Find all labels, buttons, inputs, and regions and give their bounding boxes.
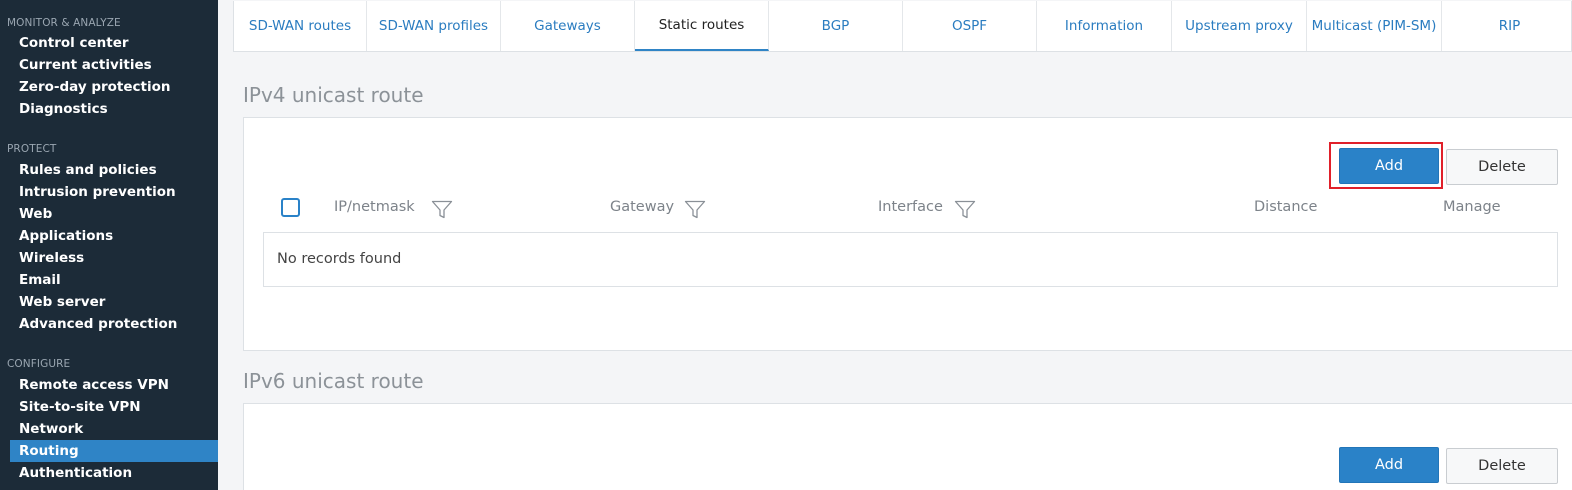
tab-static-routes[interactable]: Static routes xyxy=(635,1,769,51)
tab-rip[interactable]: RIP xyxy=(1442,1,1572,51)
ipv4-delete-button[interactable]: Delete xyxy=(1446,149,1558,185)
sidebar-item-remote-access-vpn[interactable]: Remote access VPN xyxy=(10,374,218,396)
tab-bgp[interactable]: BGP xyxy=(769,1,903,51)
sidebar-item-web[interactable]: Web xyxy=(10,203,218,225)
ip-netmask-filter-icon[interactable] xyxy=(431,200,453,219)
column-ip-netmask: IP/netmask xyxy=(334,199,415,215)
tab-information[interactable]: Information xyxy=(1037,1,1172,51)
gateway-filter-icon[interactable] xyxy=(684,200,706,219)
ipv4-section-heading: IPv4 unicast route xyxy=(243,83,424,107)
tab-upstream-proxy[interactable]: Upstream proxy xyxy=(1172,1,1307,51)
tab-sd-wan-profiles[interactable]: SD-WAN profiles xyxy=(367,1,501,51)
sidebar-item-routing[interactable]: Routing xyxy=(10,440,218,462)
section-title-protect: PROTECT xyxy=(7,143,57,155)
column-manage: Manage xyxy=(1443,199,1501,215)
sidebar-item-email[interactable]: Email xyxy=(10,269,218,291)
sidebar-item-web-server[interactable]: Web server xyxy=(10,291,218,313)
sidebar-item-control-center[interactable]: Control center xyxy=(10,32,218,54)
ipv6-section-heading: IPv6 unicast route xyxy=(243,369,424,393)
empty-records-row: No records found xyxy=(263,232,1558,287)
sidebar-item-rules-and-policies[interactable]: Rules and policies xyxy=(10,159,218,181)
section-title-configure: CONFIGURE xyxy=(7,358,71,370)
tab-gateways[interactable]: Gateways xyxy=(501,1,635,51)
sidebar-item-applications[interactable]: Applications xyxy=(10,225,218,247)
sidebar-item-network[interactable]: Network xyxy=(10,418,218,440)
ipv4-add-button[interactable]: Add xyxy=(1339,148,1439,184)
ipv6-add-button[interactable]: Add xyxy=(1339,447,1439,483)
tab-bar: SD-WAN routes SD-WAN profiles Gateways S… xyxy=(233,1,1572,52)
sidebar: MONITOR & ANALYZE Control center Current… xyxy=(0,0,218,490)
select-all-checkbox[interactable] xyxy=(281,198,300,217)
section-title-monitor: MONITOR & ANALYZE xyxy=(7,17,121,29)
interface-filter-icon[interactable] xyxy=(954,200,976,219)
ipv6-delete-button[interactable]: Delete xyxy=(1446,448,1558,484)
sidebar-item-advanced-protection[interactable]: Advanced protection xyxy=(10,313,218,335)
tab-sd-wan-routes[interactable]: SD-WAN routes xyxy=(234,1,367,51)
sidebar-item-diagnostics[interactable]: Diagnostics xyxy=(10,98,218,120)
column-distance: Distance xyxy=(1254,199,1318,215)
tab-ospf[interactable]: OSPF xyxy=(903,1,1037,51)
column-interface: Interface xyxy=(878,199,943,215)
sidebar-item-zero-day-protection[interactable]: Zero-day protection xyxy=(10,76,218,98)
sidebar-item-authentication[interactable]: Authentication xyxy=(10,462,218,484)
sidebar-item-current-activities[interactable]: Current activities xyxy=(10,54,218,76)
sidebar-item-intrusion-prevention[interactable]: Intrusion prevention xyxy=(10,181,218,203)
sidebar-item-wireless[interactable]: Wireless xyxy=(10,247,218,269)
sidebar-item-site-to-site-vpn[interactable]: Site-to-site VPN xyxy=(10,396,218,418)
tab-multicast[interactable]: Multicast (PIM-SM) xyxy=(1307,1,1442,51)
column-gateway: Gateway xyxy=(610,199,675,215)
